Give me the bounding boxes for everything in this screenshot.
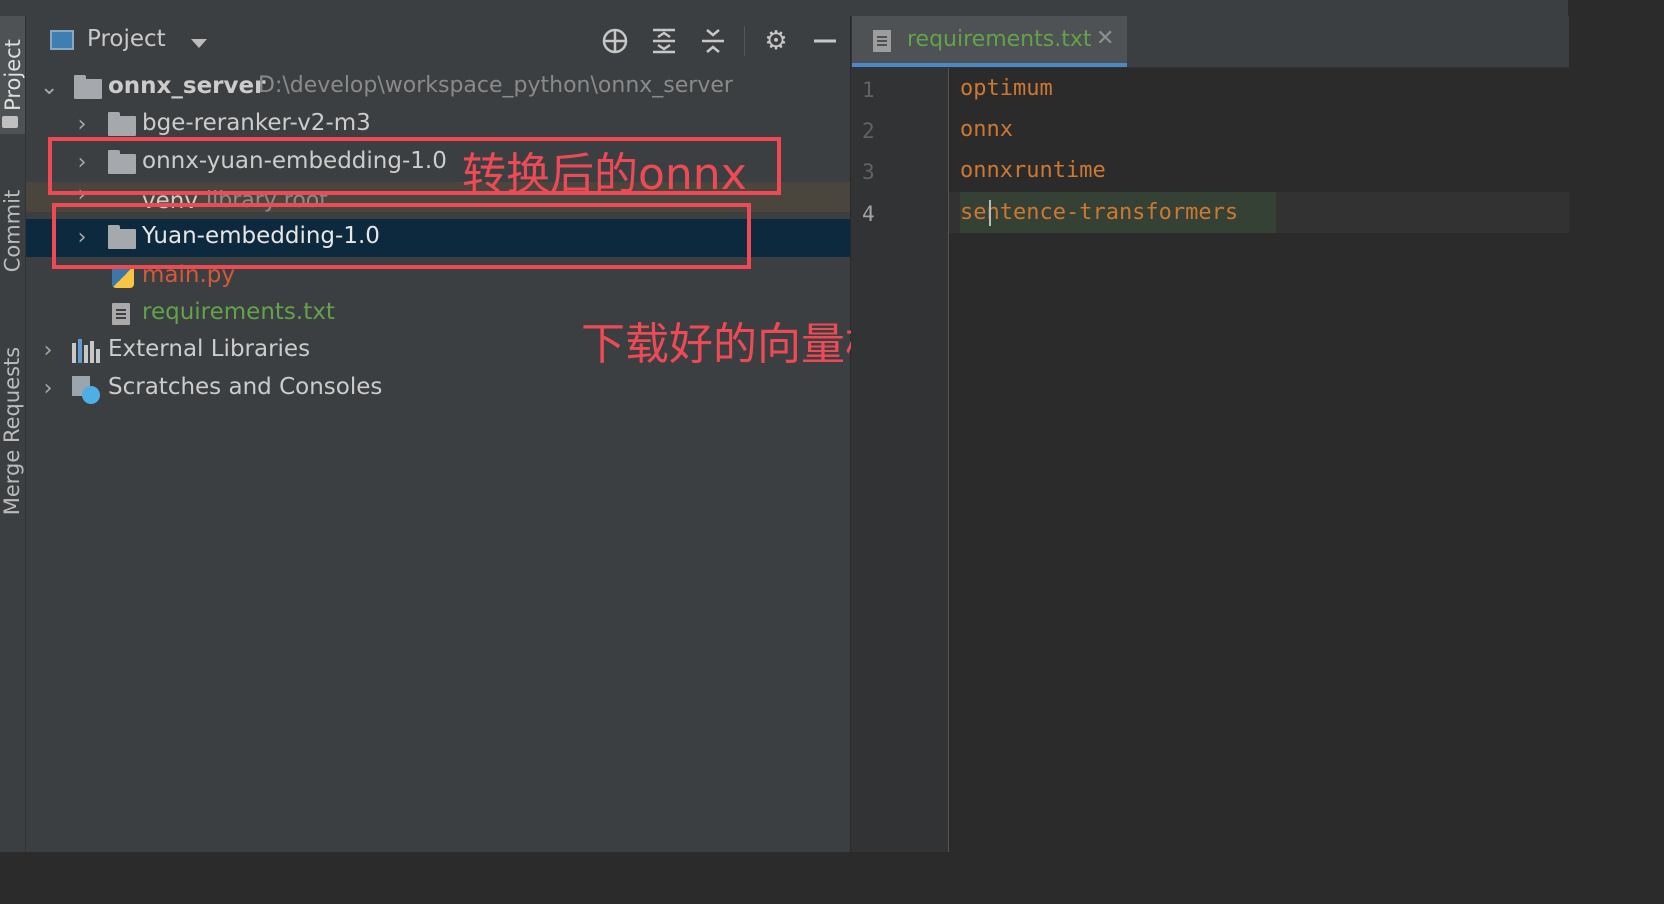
locate-file-button[interactable] (600, 26, 630, 56)
project-tool-icon (2, 116, 18, 128)
collapse-all-icon (702, 29, 724, 53)
sidebar-tab-merge-requests-label: Merge Requests (0, 346, 25, 516)
chevron-down-icon[interactable] (191, 39, 207, 48)
tree-root-name: onnx_server (108, 73, 266, 99)
line-number: 2 (862, 119, 875, 143)
tab-requirements-txt[interactable]: requirements.txt ✕ (852, 16, 1127, 67)
line-number: 1 (862, 78, 875, 102)
scratches-icon (72, 376, 102, 404)
text-file-icon (112, 303, 130, 325)
expand-all-icon (653, 28, 675, 54)
annotation-box-downloaded (52, 203, 751, 269)
library-icon (72, 339, 100, 363)
collapse-all-button[interactable] (698, 26, 728, 56)
line-number: 3 (862, 160, 875, 184)
code-line[interactable]: sentence-transformers (960, 200, 1238, 225)
close-icon[interactable]: ✕ (1096, 26, 1114, 51)
sidebar-tab-commit[interactable]: Commit (0, 166, 25, 296)
editor-tab-bar: requirements.txt ✕ (852, 16, 1569, 68)
sidebar-tab-merge-requests[interactable]: Merge Requests (0, 316, 25, 546)
toolbar-separator (744, 26, 745, 56)
code-line[interactable]: onnxruntime (960, 158, 1106, 183)
hide-panel-button[interactable] (810, 26, 840, 56)
tool-window-strip: Project Commit Merge Requests (0, 16, 26, 852)
settings-button[interactable]: ⚙ (761, 26, 791, 56)
chevron-right-icon[interactable]: › (40, 370, 56, 408)
python-file-icon (112, 266, 134, 288)
annotation-converted-onnx: 转换后的onnx (462, 149, 747, 200)
tree-item-label: Scratches and Consoles (108, 374, 383, 400)
line-number-gutter (852, 68, 949, 852)
editor: requirements.txt ✕ 1 2 3 4 optimum onnx … (851, 16, 1569, 852)
folder-icon (74, 75, 102, 99)
text-caret (989, 200, 991, 226)
tab-label: requirements.txt (907, 27, 1092, 52)
sidebar-tab-commit-label: Commit (0, 189, 25, 273)
minimize-icon (814, 39, 836, 43)
tree-root-path: D:\develop\workspace_python\onnx_server (258, 73, 733, 98)
code-line[interactable]: onnx (960, 117, 1013, 142)
tree-item-label: requirements.txt (142, 299, 335, 325)
active-tab-indicator (852, 63, 1127, 67)
crosshair-icon (602, 28, 628, 54)
expand-all-button[interactable] (649, 26, 679, 56)
tree-item-label: External Libraries (108, 336, 311, 362)
project-view-icon (50, 30, 74, 50)
line-number: 4 (862, 202, 875, 226)
tree-root-onnx-server[interactable]: ⌄ onnx_server D:\develop\workspace_pytho… (26, 69, 850, 107)
project-title[interactable]: Project (87, 26, 166, 52)
text-file-icon (873, 30, 891, 52)
chevron-down-icon[interactable]: ⌄ (40, 69, 58, 107)
tree-item-scratches[interactable]: › Scratches and Consoles (26, 370, 850, 408)
window-top-strip (0, 0, 1568, 17)
code-line[interactable]: optimum (960, 76, 1053, 101)
tree-item-label: bge-reranker-v2-m3 (142, 110, 371, 136)
chevron-right-icon[interactable]: › (40, 332, 56, 370)
project-header: Project ⚙ (26, 16, 850, 66)
folder-icon (108, 112, 136, 136)
sidebar-tab-project-label: Project (0, 39, 25, 111)
gear-icon: ⚙ (764, 26, 788, 56)
